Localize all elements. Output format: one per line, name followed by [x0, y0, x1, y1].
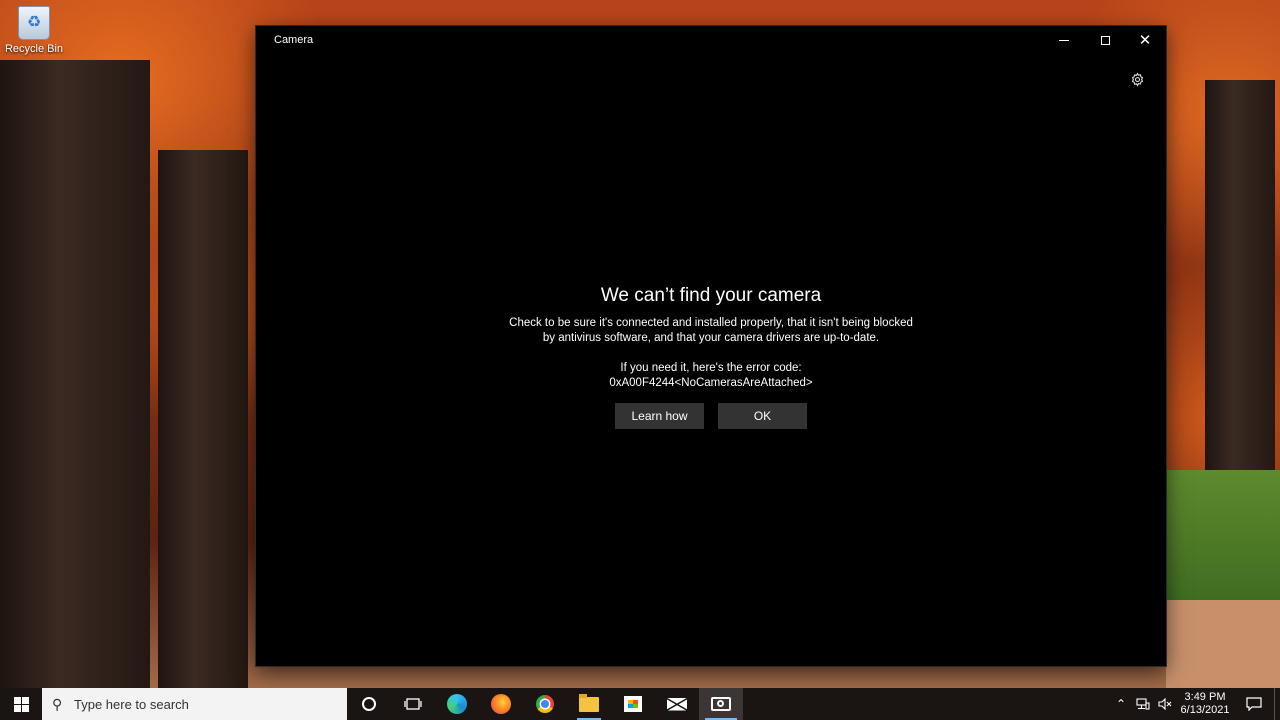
title-bar[interactable]: Camera ✕ — [256, 26, 1166, 54]
error-code-value: 0xA00F4244<NoCamerasAreAttached> — [609, 377, 813, 389]
firefox-button[interactable] — [479, 688, 523, 720]
search-icon: ⚲ — [52, 695, 63, 712]
camera-window: Camera ✕ We can’t find your camera Check… — [256, 26, 1166, 666]
minimize-button[interactable] — [1044, 26, 1084, 54]
edge-button[interactable] — [435, 688, 479, 720]
recycle-bin-icon — [18, 6, 50, 40]
error-description: Check to be sure it's connected and inst… — [256, 316, 1166, 346]
file-explorer-button[interactable] — [567, 688, 611, 720]
maximize-button[interactable] — [1085, 26, 1125, 54]
camera-app-button[interactable] — [699, 688, 743, 720]
error-code-label: If you need it, here's the error code: — [620, 362, 802, 374]
wallpaper-tree-trunk — [158, 150, 248, 700]
microsoft-store-icon — [624, 696, 642, 712]
recycle-bin-shortcut[interactable]: Recycle Bin — [4, 6, 64, 55]
start-button[interactable] — [0, 688, 42, 720]
recycle-bin-label: Recycle Bin — [4, 43, 64, 55]
volume-button[interactable] — [1154, 688, 1176, 720]
search-placeholder: Type here to search — [74, 696, 189, 712]
wallpaper-tree-trunk — [0, 60, 150, 700]
show-desktop-button[interactable] — [1274, 688, 1280, 720]
ok-button[interactable]: OK — [718, 403, 807, 429]
close-icon: ✕ — [1138, 31, 1152, 49]
taskbar-search-box[interactable]: ⚲ Type here to search — [42, 688, 347, 720]
task-view-icon — [404, 698, 422, 710]
taskbar: ⚲ Type here to search ⌃ 3:49 PM 6/13/202… — [0, 688, 1280, 720]
error-heading: We can’t find your camera — [600, 285, 822, 306]
wallpaper-path — [1166, 600, 1280, 690]
maximize-icon — [1100, 35, 1110, 45]
error-description-line: Check to be sure it's connected and inst… — [509, 317, 913, 329]
system-tray: ⌃ 3:49 PM 6/13/2021 — [1110, 688, 1280, 720]
cortana-button[interactable] — [347, 688, 391, 720]
minimize-icon — [1059, 39, 1069, 41]
error-actions: Learn how OK — [256, 403, 1166, 429]
settings-button[interactable] — [1127, 69, 1147, 89]
close-button[interactable]: ✕ — [1125, 26, 1165, 54]
taskbar-clock[interactable]: 3:49 PM 6/13/2021 — [1176, 691, 1234, 717]
cortana-icon — [362, 697, 376, 711]
network-button[interactable] — [1132, 688, 1154, 720]
window-title: Camera — [274, 34, 314, 46]
windows-logo-icon — [13, 696, 29, 712]
error-description-line: by antivirus software, and that your cam… — [542, 332, 880, 344]
chrome-button[interactable] — [523, 688, 567, 720]
gear-icon — [1131, 71, 1143, 87]
error-message: We can’t find your camera Check to be su… — [256, 282, 1166, 391]
chrome-icon — [536, 695, 554, 713]
microsoft-store-button[interactable] — [611, 688, 655, 720]
learn-how-button[interactable]: Learn how — [615, 403, 704, 429]
error-code-block: If you need it, here's the error code: 0… — [256, 361, 1166, 391]
network-icon — [1136, 698, 1150, 710]
mail-button[interactable] — [655, 688, 699, 720]
chevron-up-icon: ⌃ — [1115, 697, 1127, 711]
edge-icon — [447, 694, 467, 714]
firefox-icon — [491, 694, 511, 714]
action-center-button[interactable] — [1234, 688, 1274, 720]
volume-muted-icon — [1158, 698, 1172, 710]
clock-date: 6/13/2021 — [1180, 704, 1230, 716]
notification-icon — [1246, 697, 1262, 711]
task-view-button[interactable] — [391, 688, 435, 720]
camera-app-icon — [711, 697, 731, 711]
wallpaper-grass — [1166, 470, 1280, 610]
mail-icon — [667, 697, 687, 711]
show-hidden-icons-button[interactable]: ⌃ — [1110, 688, 1132, 720]
file-explorer-icon — [579, 693, 599, 712]
clock-time: 3:49 PM — [1184, 691, 1226, 703]
